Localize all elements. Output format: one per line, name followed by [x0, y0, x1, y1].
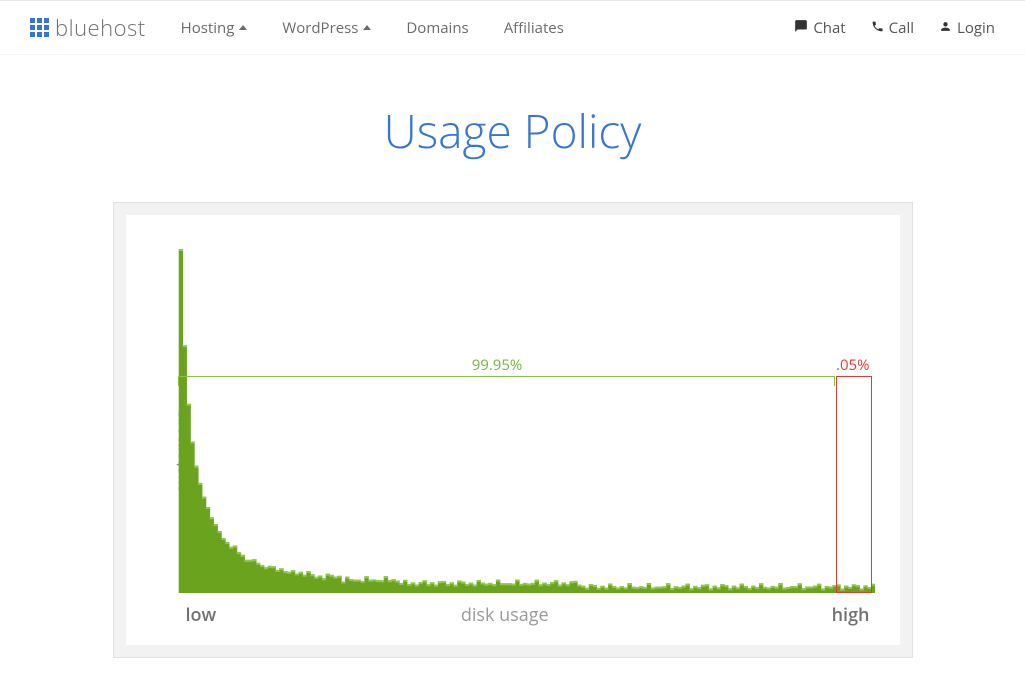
chat-icon [794, 18, 808, 38]
nav-affiliates[interactable]: Affiliates [504, 18, 564, 38]
chart-frame: customers 99.95% .05% low disk usage hig… [113, 202, 913, 658]
nav-wordpress[interactable]: WordPress [282, 18, 371, 38]
nav-hosting[interactable]: Hosting [181, 18, 248, 38]
phone-icon [871, 18, 884, 38]
x-axis-label: disk usage [461, 603, 549, 627]
brand-name: bluehost [55, 13, 146, 43]
site-header: bluehost Hosting WordPress Domains Affil… [0, 0, 1025, 55]
login-label: Login [957, 18, 995, 38]
nav-domains[interactable]: Domains [406, 18, 468, 38]
login-button[interactable]: Login [939, 18, 995, 38]
chat-label: Chat [813, 18, 845, 38]
call-label: Call [889, 18, 914, 38]
main-nav: Hosting WordPress Domains Affiliates [181, 18, 564, 38]
x-tick-high: high [832, 603, 870, 627]
histogram-svg [171, 245, 875, 595]
caret-up-icon [239, 25, 247, 30]
high-bucket-label: .05% [836, 355, 870, 375]
chart-inner: customers 99.95% .05% low disk usage hig… [126, 215, 900, 645]
person-icon [939, 18, 952, 38]
nav-label: Affiliates [504, 18, 564, 38]
chat-button[interactable]: Chat [794, 18, 845, 38]
nav-label: Domains [406, 18, 468, 38]
high-bucket-box [836, 376, 872, 593]
nav-label: Hosting [181, 18, 235, 38]
plot-area [171, 245, 875, 595]
green-bracket [178, 376, 835, 386]
caret-up-icon [363, 25, 371, 30]
page-title: Usage Policy [0, 100, 1025, 162]
nav-label: WordPress [282, 18, 358, 38]
low-bucket-label: 99.95% [472, 355, 523, 375]
logo-grid-icon [30, 18, 49, 37]
x-tick-low: low [186, 603, 217, 627]
call-button[interactable]: Call [871, 18, 914, 38]
brand-logo[interactable]: bluehost [30, 13, 146, 43]
header-actions: Chat Call Login [794, 18, 995, 38]
